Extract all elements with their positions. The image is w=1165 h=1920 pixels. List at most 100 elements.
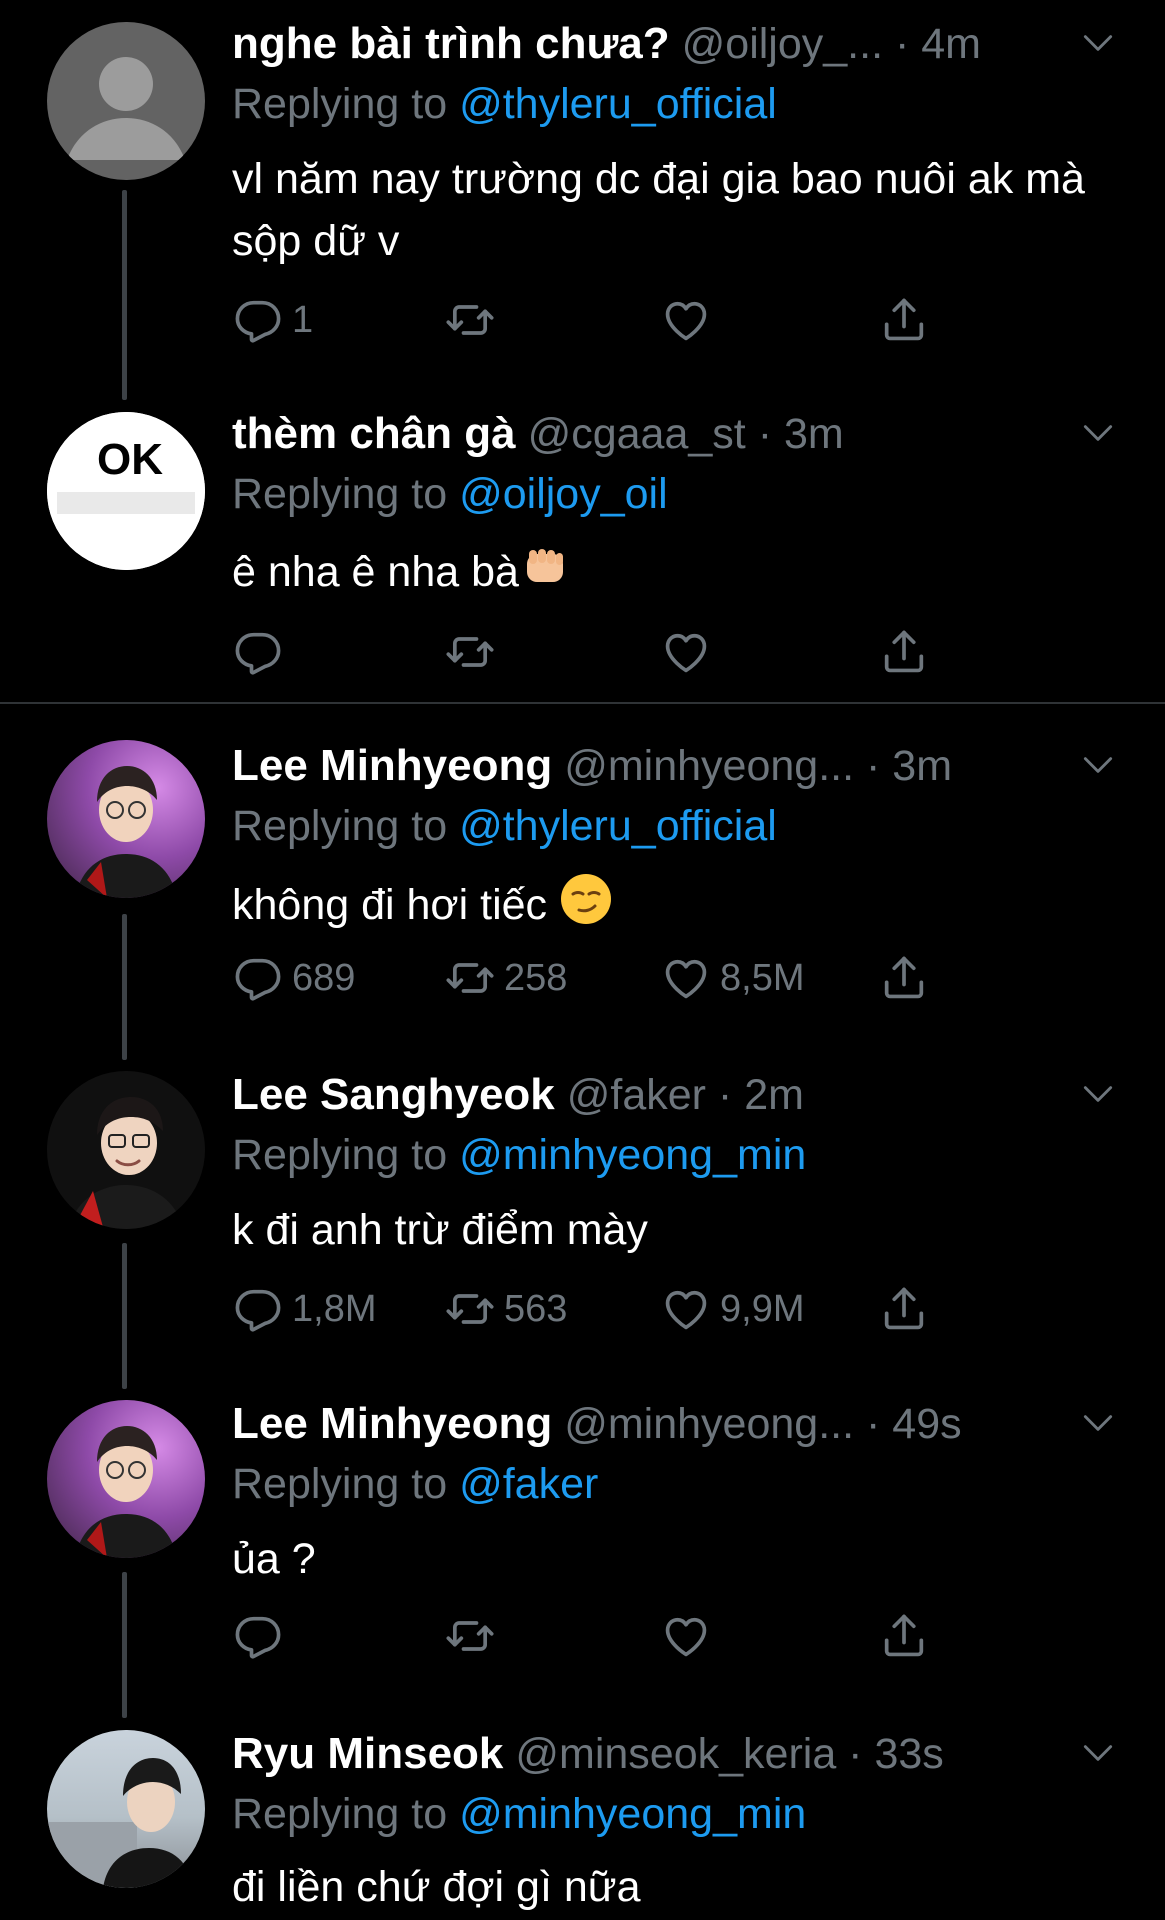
tweet-header: thèm chân gà @cgaaa_st · 3m	[232, 408, 1072, 460]
tweet-text: k đi anh trừ điểm mày	[232, 1206, 648, 1254]
timestamp[interactable]: 3m	[784, 410, 844, 458]
user-handle[interactable]: @cgaaa_st	[528, 410, 746, 458]
reply-icon	[232, 626, 284, 678]
display-name[interactable]: Ryu Minseok	[232, 1729, 503, 1778]
share-icon	[878, 1283, 930, 1335]
separator-dot: ·	[854, 742, 893, 790]
avatar-lee-minhyeong[interactable]	[47, 1400, 205, 1558]
share-icon	[878, 294, 930, 346]
like-button[interactable]	[660, 1606, 720, 1666]
display-name[interactable]: Lee Sanghyeok	[232, 1070, 555, 1119]
reply-button[interactable]	[232, 1606, 292, 1666]
tweet-actions	[232, 1606, 992, 1666]
retweet-icon	[444, 1610, 496, 1662]
separator-dot: ·	[836, 1730, 875, 1778]
chevron-down-icon[interactable]	[1079, 1075, 1117, 1113]
share-icon	[878, 952, 930, 1004]
reply-icon	[232, 294, 284, 346]
share-button[interactable]	[878, 1279, 930, 1339]
separator-dot: ·	[745, 410, 784, 458]
reply-button[interactable]	[232, 622, 292, 682]
avatar-default[interactable]	[47, 22, 205, 180]
timestamp[interactable]: 2m	[744, 1071, 804, 1119]
retweet-icon	[444, 626, 496, 678]
display-name[interactable]: thèm chân gà	[232, 409, 516, 458]
reply-count: 689	[292, 956, 356, 999]
display-name[interactable]: nghe bài trình chưa?	[232, 19, 670, 68]
mention-link[interactable]: @oiljoy_oil	[459, 470, 668, 518]
thread-separator	[0, 702, 1165, 704]
like-button[interactable]	[660, 290, 720, 350]
replying-to: Replying to @faker	[232, 1458, 598, 1510]
like-button[interactable]: 9,9M	[660, 1279, 804, 1339]
separator-dot: ·	[705, 1071, 745, 1119]
fist-emoji-icon	[519, 540, 571, 609]
share-button[interactable]	[878, 1606, 930, 1666]
timestamp[interactable]: 49s	[892, 1400, 961, 1448]
share-button[interactable]	[878, 290, 930, 350]
mention-link[interactable]: @faker	[459, 1460, 598, 1508]
like-button[interactable]: 8,5M	[660, 948, 804, 1008]
avatar-ryu-minseok[interactable]	[47, 1730, 205, 1888]
user-handle[interactable]: @oiljoy_...	[682, 20, 883, 68]
display-name[interactable]: Lee Minhyeong	[232, 1399, 552, 1448]
heart-icon	[660, 1283, 712, 1335]
replying-to-label: Replying to	[232, 470, 460, 518]
avatar-ok[interactable]: OK	[47, 412, 205, 570]
timestamp[interactable]: 33s	[874, 1730, 943, 1778]
reply-icon	[232, 1283, 284, 1335]
retweet-count: 563	[504, 1287, 568, 1330]
replying-to: Replying to @oiljoy_oil	[232, 468, 668, 520]
chevron-down-icon[interactable]	[1079, 1734, 1117, 1772]
like-count: 9,9M	[720, 1287, 805, 1330]
mention-link[interactable]: @minhyeong_min	[459, 1790, 806, 1838]
tweet-text-content: không đi hơi tiếc	[232, 880, 548, 929]
tweet-text: đi liền chứ đợi gì nữa	[232, 1863, 641, 1911]
like-button[interactable]	[660, 622, 720, 682]
heart-icon	[660, 952, 712, 1004]
replying-to: Replying to @thyleru_official	[232, 800, 777, 852]
heart-icon	[660, 1610, 712, 1662]
replying-to: Replying to @minhyeong_min	[232, 1129, 806, 1181]
tweet-header: Lee Sanghyeok @faker · 2m	[232, 1069, 1072, 1121]
tweet-text: không đi hơi tiếc	[232, 872, 1132, 943]
retweet-icon	[444, 1283, 496, 1335]
chevron-down-icon[interactable]	[1079, 1404, 1117, 1442]
reply-button[interactable]: 1,8M	[232, 1279, 376, 1339]
tweet-actions: 689 258 8,5M	[232, 948, 992, 1008]
retweet-button[interactable]	[444, 290, 504, 350]
timestamp[interactable]: 4m	[921, 20, 981, 68]
reply-button[interactable]: 689	[232, 948, 355, 1008]
share-button[interactable]	[878, 948, 930, 1008]
chevron-down-icon[interactable]	[1079, 746, 1117, 784]
chevron-down-icon[interactable]	[1079, 24, 1117, 62]
tweet-header: Lee Minhyeong @minhyeong... · 3m	[232, 740, 1072, 792]
mention-link[interactable]: @thyleru_official	[459, 80, 777, 128]
smirk-emoji-icon	[559, 872, 613, 943]
user-handle[interactable]: @minhyeong...	[564, 1400, 854, 1448]
thread-line	[122, 1243, 127, 1389]
retweet-button[interactable]: 563	[444, 1279, 567, 1339]
mention-link[interactable]: @minhyeong_min	[459, 1131, 806, 1179]
retweet-count: 258	[504, 956, 568, 999]
replying-to: Replying to @thyleru_official	[232, 78, 777, 130]
user-handle[interactable]: @faker	[567, 1071, 706, 1119]
like-count: 8,5M	[720, 956, 805, 999]
retweet-button[interactable]	[444, 1606, 504, 1666]
tweet-text: vl năm nay trường dc đại gia bao nuôi ak…	[232, 155, 1085, 265]
reply-button[interactable]: 1	[232, 290, 313, 350]
avatar-lee-sanghyeok[interactable]	[47, 1071, 205, 1229]
tweet-text: ủa ?	[232, 1535, 316, 1583]
tweet-actions	[232, 622, 992, 682]
heart-icon	[660, 294, 712, 346]
user-handle[interactable]: @minseok_keria	[515, 1730, 836, 1778]
share-button[interactable]	[878, 622, 930, 682]
display-name[interactable]: Lee Minhyeong	[232, 741, 552, 790]
mention-link[interactable]: @thyleru_official	[459, 802, 777, 850]
chevron-down-icon[interactable]	[1079, 414, 1117, 452]
timestamp[interactable]: 3m	[892, 742, 952, 790]
user-handle[interactable]: @minhyeong...	[564, 742, 854, 790]
retweet-button[interactable]: 258	[444, 948, 567, 1008]
retweet-button[interactable]	[444, 622, 504, 682]
avatar-lee-minhyeong[interactable]	[47, 740, 205, 898]
